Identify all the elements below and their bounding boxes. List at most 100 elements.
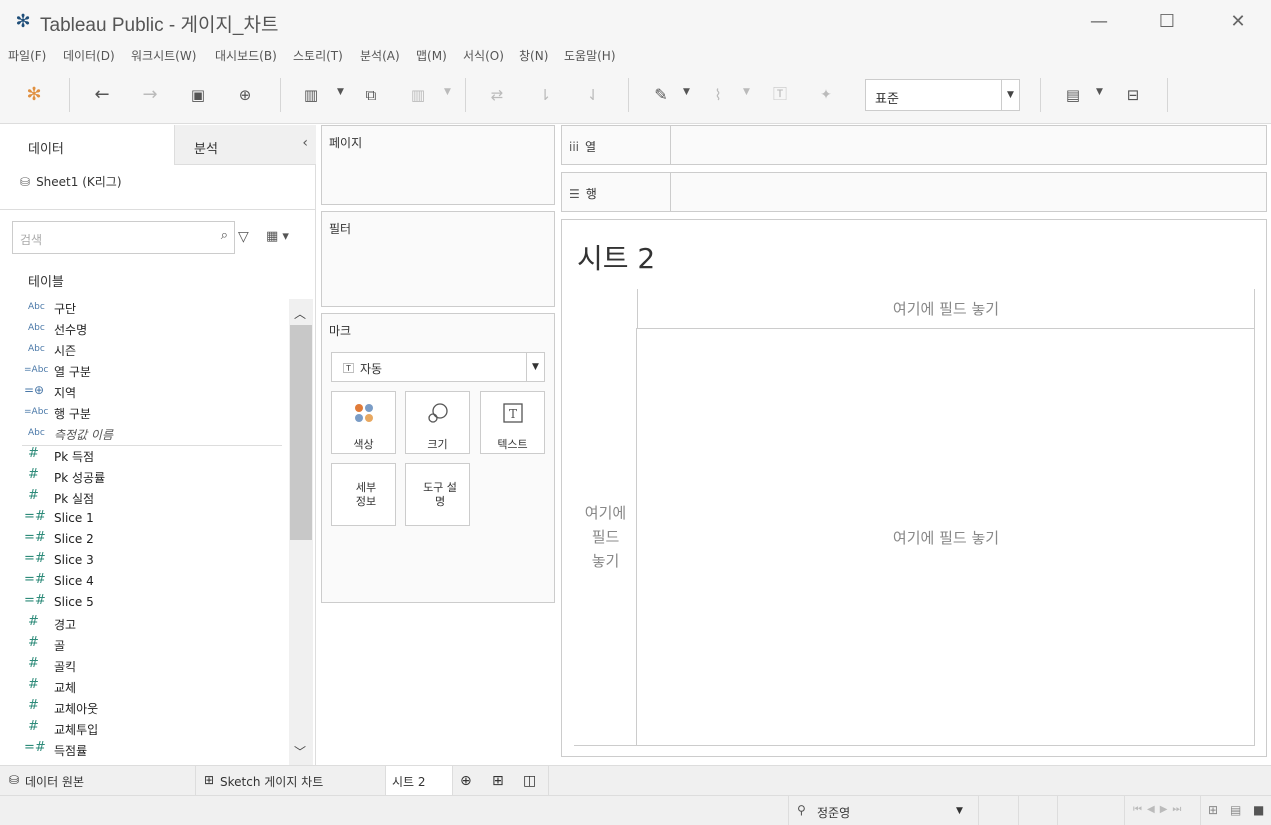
presentation-mode-icon[interactable]: ⊟: [1120, 82, 1146, 108]
scroll-down-icon[interactable]: ﹀: [294, 743, 306, 760]
tab-sheet-sketch[interactable]: ⊞ Sketch 게이지 차트: [196, 766, 386, 795]
swap-rows-columns-icon[interactable]: ⇄: [484, 82, 510, 108]
menu-data[interactable]: 데이터(D): [63, 47, 115, 64]
tabs-view-icon[interactable]: ■: [1253, 803, 1264, 817]
filters-shelf[interactable]: 필터: [321, 211, 555, 307]
user-name[interactable]: 정준영: [817, 804, 850, 821]
redo-arrow-icon[interactable]: →: [137, 82, 163, 108]
sheet-sorter-icon[interactable]: ⊞: [1208, 803, 1218, 817]
text-button[interactable]: T 텍스트: [480, 391, 545, 454]
field-item[interactable]: Abc 구단: [0, 297, 288, 318]
mark-type-dropdown[interactable]: 🅃 자동 ▼: [331, 352, 545, 382]
new-story-tab-icon[interactable]: ◫: [523, 766, 543, 795]
menu-help[interactable]: 도움말(H): [564, 47, 616, 64]
field-item[interactable]: =# Slice 5: [0, 592, 288, 613]
field-item[interactable]: # Pk 실점: [0, 487, 288, 508]
field-item[interactable]: # Pk 성공률: [0, 466, 288, 487]
size-button[interactable]: 크기: [405, 391, 470, 454]
new-dashboard-tab-icon[interactable]: ⊞: [492, 766, 512, 795]
scroll-up-icon[interactable]: ︿: [294, 305, 306, 322]
drop-zone-main[interactable]: 여기에 필드 놓기: [637, 328, 1255, 746]
rows-shelf[interactable]: ☰ 행: [561, 172, 1267, 212]
new-worksheet-tab-icon[interactable]: ⊕: [460, 766, 480, 795]
rows-icon: ☰: [569, 187, 580, 201]
field-item[interactable]: =# Slice 3: [0, 550, 288, 571]
tableau-home-icon[interactable]: ✻: [21, 82, 47, 108]
chevron-down-icon[interactable]: ▼: [956, 806, 963, 816]
field-item[interactable]: =Abc 행 구분: [0, 402, 288, 423]
tab-data[interactable]: 데이터: [0, 125, 174, 165]
search-input[interactable]: 검색 ⌕: [12, 221, 235, 254]
close-button[interactable]: ✕: [1224, 8, 1252, 36]
field-item[interactable]: =Abc 열 구분: [0, 360, 288, 381]
scrollbar-thumb[interactable]: [290, 325, 312, 540]
chevron-down-icon[interactable]: ▼: [1001, 80, 1019, 110]
field-item[interactable]: =# 득점률: [0, 739, 288, 760]
clear-sheet-icon[interactable]: ▥: [405, 82, 431, 108]
highlight-pen-icon[interactable]: ✎: [648, 82, 674, 108]
menu-window[interactable]: 창(N): [519, 47, 548, 64]
tab-sheet-2[interactable]: 시트 2: [386, 766, 453, 795]
field-item[interactable]: # 교체투입: [0, 718, 288, 739]
field-item[interactable]: # 경고: [0, 613, 288, 634]
maximize-button[interactable]: ☐: [1153, 8, 1181, 36]
menu-dashboard[interactable]: 대시보드(B): [215, 47, 277, 64]
sheet-title[interactable]: 시트 2: [577, 237, 655, 277]
fit-dropdown[interactable]: 표준 ▼: [865, 79, 1020, 111]
chevron-down-icon[interactable]: ▼: [444, 87, 451, 97]
duplicate-sheet-icon[interactable]: ⧉: [358, 82, 384, 108]
group-paperclip-icon[interactable]: ⌇: [705, 82, 731, 108]
tab-data-source[interactable]: ⛁ 데이터 원본: [0, 766, 196, 795]
view-options-icon[interactable]: ▦ ▾: [266, 229, 289, 244]
sort-descending-icon[interactable]: ⇃: [580, 82, 606, 108]
pin-icon[interactable]: ✦: [813, 82, 839, 108]
menu-format[interactable]: 서식(O): [463, 47, 504, 64]
chevron-down-icon[interactable]: ▼: [526, 353, 544, 381]
tab-analysis[interactable]: 분석 ‹: [174, 125, 316, 165]
field-item[interactable]: =# Slice 1: [0, 508, 288, 529]
field-item[interactable]: # 교체: [0, 676, 288, 697]
show-me-icon[interactable]: ▤: [1060, 82, 1086, 108]
divider: [1200, 796, 1201, 825]
show-labels-icon[interactable]: 🅃: [767, 82, 793, 108]
chevron-down-icon[interactable]: ▼: [1096, 87, 1103, 97]
search-icon: ⌕: [220, 228, 228, 243]
color-button[interactable]: 색상: [331, 391, 396, 454]
menu-file[interactable]: 파일(F): [8, 47, 46, 64]
save-icon[interactable]: ▣: [185, 82, 211, 108]
field-item[interactable]: # 교체아웃: [0, 697, 288, 718]
field-item[interactable]: Abc 선수명: [0, 318, 288, 339]
collapse-pane-icon[interactable]: ‹: [302, 135, 308, 151]
new-worksheet-icon[interactable]: ▥: [298, 82, 324, 108]
datasource-item[interactable]: ⛁ Sheet1 (K리그): [20, 173, 122, 190]
field-item[interactable]: # 골킥: [0, 655, 288, 676]
field-item[interactable]: Abc 측정값 이름: [0, 423, 288, 444]
chevron-down-icon[interactable]: ▼: [683, 87, 690, 97]
title-bar: ✻ Tableau Public - 게이지_차트 — ☐ ✕: [0, 0, 1271, 44]
filmstrip-icon[interactable]: ▤: [1230, 803, 1241, 817]
detail-button[interactable]: 세부 정보: [331, 463, 396, 526]
field-item[interactable]: Abc 시즌: [0, 339, 288, 360]
menu-story[interactable]: 스토리(T): [293, 47, 343, 64]
drop-zone-rows[interactable]: 여기에 필드 놓기: [574, 328, 637, 746]
field-item[interactable]: =# Slice 4: [0, 571, 288, 592]
new-datasource-icon[interactable]: ⊕: [232, 82, 258, 108]
field-item[interactable]: # Pk 득점: [0, 445, 288, 466]
pages-shelf[interactable]: 페이지: [321, 125, 555, 205]
field-item[interactable]: # 골: [0, 634, 288, 655]
minimize-button[interactable]: —: [1085, 8, 1113, 36]
field-item[interactable]: =⊕ 지역: [0, 381, 288, 402]
menu-map[interactable]: 맵(M): [416, 47, 447, 64]
chevron-down-icon[interactable]: ▼: [337, 87, 344, 97]
drop-zone-columns[interactable]: 여기에 필드 놓기: [637, 289, 1255, 329]
sheet-navigation-arrows[interactable]: ⏮◀▶⏭: [1133, 804, 1186, 815]
filter-icon[interactable]: ▽: [238, 229, 249, 245]
sort-ascending-icon[interactable]: ⇂: [532, 82, 558, 108]
menu-worksheet[interactable]: 워크시트(W): [131, 47, 196, 64]
undo-arrow-icon[interactable]: ←: [89, 82, 115, 108]
menu-analysis[interactable]: 분석(A): [360, 47, 400, 64]
field-item[interactable]: =# Slice 2: [0, 529, 288, 550]
chevron-down-icon[interactable]: ▼: [743, 87, 750, 97]
columns-shelf[interactable]: iii 열: [561, 125, 1267, 165]
tooltip-button[interactable]: 도구 설명: [405, 463, 470, 526]
